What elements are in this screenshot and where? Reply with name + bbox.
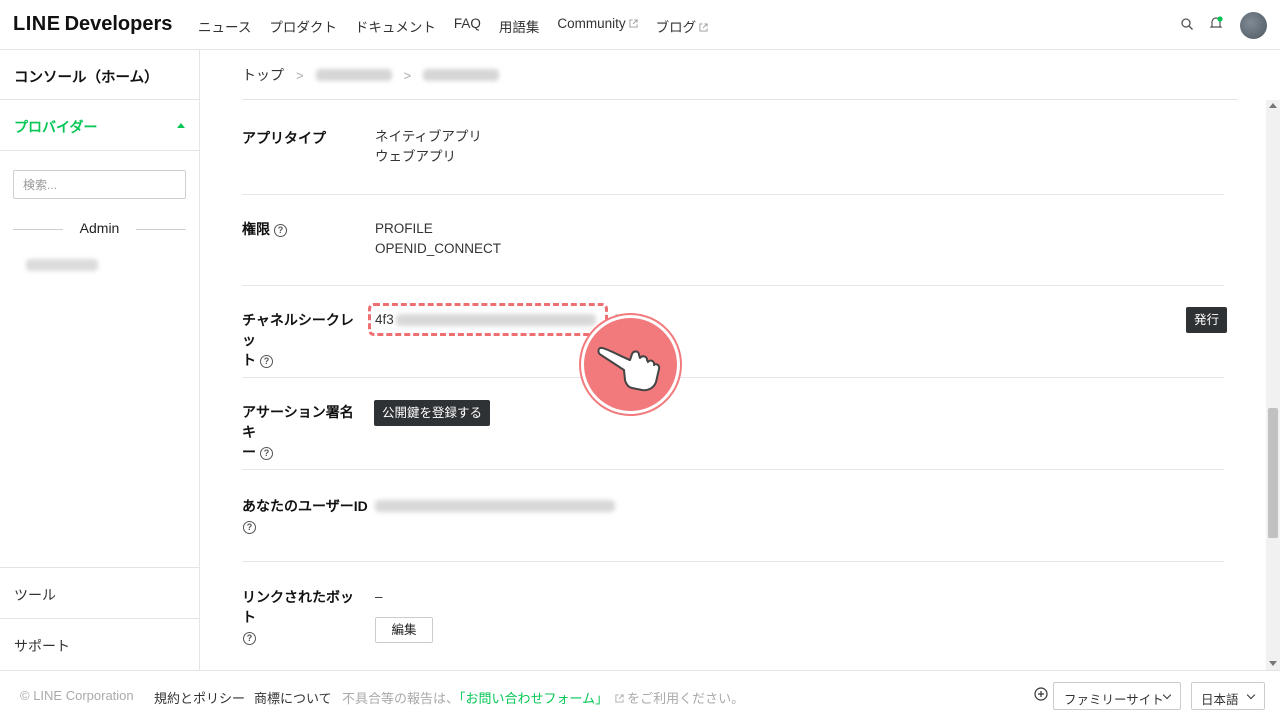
sidebar-item-tools[interactable]: ツール (0, 567, 199, 618)
breadcrumb-provider-redacted[interactable] (315, 69, 392, 81)
field-label: リンクされたボット ? (242, 587, 367, 647)
language-label: 日本語 (1201, 693, 1239, 707)
field-label: アサーション署名キ ー? (242, 402, 367, 462)
content-scrollbar[interactable] (1266, 100, 1280, 670)
family-site-label: ファミリーサイト (1064, 693, 1164, 707)
breadcrumb-separator: > (403, 67, 412, 83)
chevron-down-icon (1246, 690, 1256, 700)
linked-bot-value: – (375, 589, 383, 604)
help-icon[interactable]: ? (274, 223, 287, 237)
assertion-key-label-line2: ー (242, 444, 256, 460)
nav-glossary[interactable]: 用語集 (499, 16, 540, 36)
issue-secret-button[interactable]: 発行 (1186, 307, 1228, 333)
divider-line (136, 229, 186, 230)
footer: © LINE Corporation 規約とポリシー 商標について 不具合等の報… (0, 670, 1280, 720)
logo-line-text: LINE (13, 13, 61, 35)
language-dropdown[interactable]: 日本語 (1191, 682, 1265, 710)
scroll-up-arrow-icon[interactable] (1269, 103, 1277, 108)
field-label: アプリタイプ (242, 130, 326, 146)
hand-glyph (597, 346, 661, 392)
nav-faq[interactable]: FAQ (454, 16, 481, 36)
field-value: PROFILE OPENID_CONNECT (375, 219, 501, 259)
footer-terms-link[interactable]: 規約とポリシー (154, 688, 245, 707)
line-developers-logo[interactable]: LINE Developers (13, 13, 172, 36)
field-app-type: アプリタイプ ネイティブアプリ ウェブアプリ (242, 100, 1224, 195)
nav-community-label: Community (557, 16, 626, 31)
footer-trademark-link[interactable]: 商標について (254, 688, 332, 707)
admin-divider: Admin (13, 220, 186, 238)
breadcrumb-separator: > (296, 67, 304, 83)
sidebar-item-provider-redacted[interactable] (26, 259, 98, 271)
help-icon[interactable]: ? (260, 354, 273, 368)
external-link-icon (699, 23, 708, 32)
top-header: LINE Developers ニュース プロダクト ドキュメント FAQ 用語集… (0, 0, 1280, 50)
field-label: チャネルシークレッ ト? (242, 310, 367, 370)
caret-up-icon (177, 123, 185, 128)
sidebar-item-providers[interactable]: プロバイダー (0, 100, 199, 151)
breadcrumb: トップ > > (242, 65, 500, 85)
channel-secret-highlight-box (368, 303, 608, 336)
admin-label: Admin (79, 220, 120, 236)
contact-form-link[interactable]: 「お問い合わせフォーム」 (459, 691, 608, 706)
nav-news[interactable]: ニュース (198, 16, 251, 36)
assertion-key-label-line1: アサーション署名キ (242, 404, 354, 440)
nav-products[interactable]: プロダクト (269, 16, 337, 36)
field-assertion-key: アサーション署名キ ー? 公開鍵を登録する (242, 378, 1224, 470)
linked-bot-label: リンクされたボット (242, 589, 354, 625)
logo-developers-text: Developers (64, 13, 173, 35)
permission-profile: PROFILE (375, 221, 433, 236)
help-icon[interactable]: ? (243, 520, 256, 534)
sidebar-item-console-home[interactable]: コンソール（ホーム） (0, 50, 199, 100)
channel-secret-label-line2: ト (242, 352, 256, 368)
nav-community[interactable]: Community (557, 16, 638, 36)
footer-report-text: 不具合等の報告は、「お問い合わせフォーム」 をご利用ください。 (342, 688, 744, 707)
family-site-dropdown[interactable]: ファミリーサイト (1053, 682, 1181, 710)
breadcrumb-channel-redacted (423, 69, 500, 81)
footer-copyright: © LINE Corporation (20, 688, 134, 703)
external-link-icon (615, 694, 624, 703)
field-label: 権限? (242, 219, 367, 239)
avatar[interactable] (1240, 12, 1267, 39)
app-type-native: ネイティブアプリ (375, 129, 482, 144)
sidebar-provider-label: プロバイダー (14, 119, 98, 135)
field-user-id: あなたのユーザーID ? (242, 470, 1224, 562)
provider-search-input[interactable] (13, 170, 186, 199)
plus-circle-icon[interactable] (1034, 687, 1048, 701)
field-label: あなたのユーザーID ? (242, 496, 372, 536)
field-permissions: 権限? PROFILE OPENID_CONNECT (242, 195, 1224, 286)
bell-icon[interactable] (1209, 16, 1223, 30)
permissions-label: 権限 (242, 221, 270, 237)
main-nav: ニュース プロダクト ドキュメント FAQ 用語集 Community ブログ (198, 16, 726, 36)
field-linked-bot: リンクされたボット ? – 編集 (242, 562, 1224, 672)
scroll-thumb[interactable] (1268, 408, 1278, 538)
permission-openid: OPENID_CONNECT (375, 241, 502, 256)
search-icon[interactable] (1181, 18, 1193, 30)
register-public-key-button[interactable]: 公開鍵を登録する (374, 400, 491, 426)
nav-blog-label: ブログ (655, 20, 697, 35)
edit-linked-bot-button[interactable]: 編集 (375, 617, 433, 643)
nav-blog[interactable]: ブログ (656, 16, 709, 36)
help-icon[interactable]: ? (243, 631, 256, 645)
report-suffix: をご利用ください。 (627, 691, 745, 706)
user-id-value (375, 496, 615, 516)
external-link-icon (629, 19, 638, 28)
nav-documents[interactable]: ドキュメント (355, 16, 436, 36)
user-id-redacted (375, 500, 615, 513)
sidebar: コンソール（ホーム） プロバイダー Admin ツール サポート (0, 50, 200, 670)
pointing-hand-icon (584, 318, 677, 411)
app-type-web: ウェブアプリ (375, 149, 456, 164)
channel-secret-label-line1: チャネルシークレッ (242, 312, 354, 348)
report-prefix: 不具合等の報告は、 (342, 691, 460, 706)
user-id-label: あなたのユーザーID (242, 498, 368, 514)
field-value: ネイティブアプリ ウェブアプリ (375, 127, 482, 167)
breadcrumb-top[interactable]: トップ (242, 65, 284, 85)
help-icon[interactable]: ? (260, 446, 273, 460)
chevron-down-icon (1162, 690, 1172, 700)
scroll-down-arrow-icon[interactable] (1269, 661, 1277, 666)
sidebar-item-support[interactable]: サポート (0, 618, 199, 670)
